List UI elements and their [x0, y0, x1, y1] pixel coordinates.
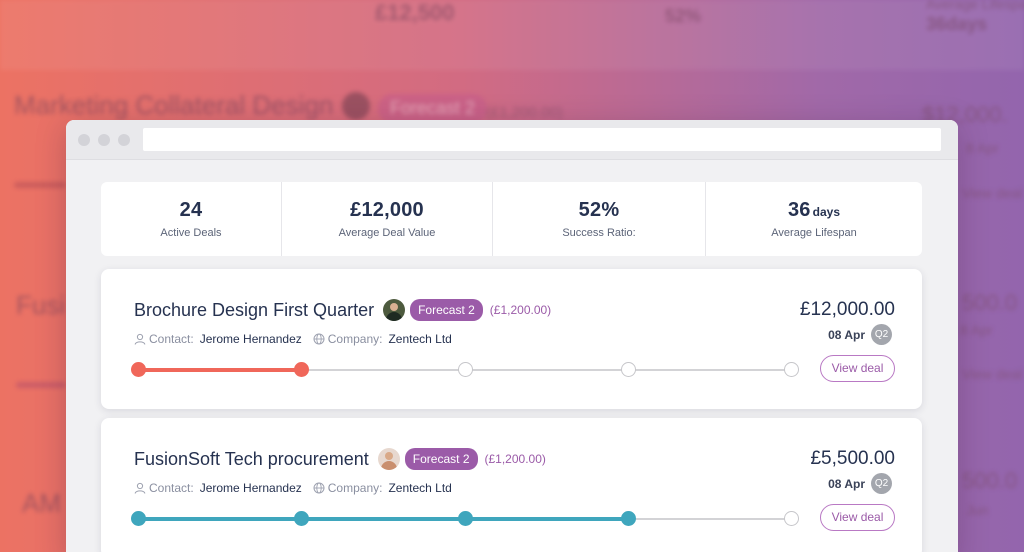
stage-node-completed[interactable]	[620, 511, 636, 526]
quarter-badge: Q2	[871, 473, 892, 494]
stage-node-completed[interactable]	[131, 362, 146, 377]
stat-unit: days	[812, 205, 840, 219]
contact-name[interactable]: Jerome Hernandez	[200, 481, 302, 495]
ghost-title-2: Fusi	[16, 290, 66, 320]
user-icon	[134, 333, 146, 345]
view-deal-button[interactable]: View deal	[820, 355, 895, 382]
deal-meta-row: Contact: Jerome Hernandez Company: Zente…	[134, 481, 452, 495]
deal-title-row: Brochure Design First Quarter Forecast 2…	[134, 299, 551, 321]
ghost-view-2: View deal	[962, 366, 1023, 382]
ghost-amount-3: 500.0	[962, 468, 1018, 493]
progress-fill	[138, 368, 302, 372]
deal-amount: £5,500.00	[810, 448, 895, 469]
stat-value: 52%	[578, 199, 620, 221]
deal-date-row: 08 Apr Q2	[828, 473, 892, 494]
stage-node-pending[interactable]	[784, 511, 799, 526]
stage-node-pending[interactable]	[620, 362, 636, 377]
stage-node-completed[interactable]	[294, 511, 310, 526]
ghost-success-ratio: 52%	[665, 6, 702, 26]
stage-node-completed[interactable]	[131, 511, 146, 526]
deal-card[interactable]: Brochure Design First Quarter Forecast 2…	[101, 269, 922, 409]
window-close-dot[interactable]	[78, 134, 90, 146]
stat-active-deals: 24 Active Deals	[101, 182, 281, 256]
deal-date-row: 08 Apr Q2	[828, 324, 892, 345]
stat-label: Active Deals	[160, 227, 222, 239]
view-deal-button[interactable]: View deal	[820, 504, 895, 531]
ghost-sub-amount: (£1,200.00)	[486, 104, 563, 121]
stat-label: Average Lifespan	[771, 227, 857, 239]
window-minimize-dot[interactable]	[98, 134, 110, 146]
ghost-date-3: Jun	[966, 502, 989, 518]
forecast-amount: (£1,200.00)	[489, 303, 552, 317]
ghost-lifespan-value: 36days	[926, 14, 988, 34]
quarter-badge: Q2	[871, 324, 892, 345]
browser-titlebar	[66, 120, 958, 160]
browser-window: 24 Active Deals £12,000 Average Deal Val…	[66, 120, 958, 552]
globe-icon	[313, 333, 325, 345]
forecast-badge: Forecast 2	[404, 448, 478, 470]
ghost-progress-2	[16, 382, 66, 388]
progress-fill	[138, 517, 628, 521]
stat-success-ratio: 52% Success Ratio:	[492, 182, 705, 256]
ghost-avatar	[342, 92, 370, 120]
contact-label: Contact:	[149, 481, 194, 495]
deal-date: 08 Apr	[828, 327, 865, 342]
stats-panel: 24 Active Deals £12,000 Average Deal Val…	[101, 182, 922, 256]
stage-node-completed[interactable]	[457, 511, 473, 526]
contact-label: Contact:	[149, 332, 194, 346]
deal-title[interactable]: Brochure Design First Quarter	[134, 300, 374, 321]
ghost-lifespan-label: Average Lifespan	[926, 0, 1024, 12]
deal-amount: £12,000.00	[799, 299, 895, 320]
window-maximize-dot[interactable]	[118, 134, 130, 146]
company-name[interactable]: Zentech Ltd	[388, 481, 451, 495]
stat-label: Success Ratio:	[562, 227, 636, 239]
deal-title-row: FusionSoft Tech procurement Forecast 2 (…	[134, 448, 546, 470]
ghost-date-2: 8 Apr	[960, 322, 993, 338]
company-label: Company:	[327, 481, 383, 495]
stage-node-pending[interactable]	[784, 362, 799, 377]
deal-progress-track	[131, 362, 799, 377]
stage-node-completed[interactable]	[294, 362, 310, 377]
company-label: Company:	[327, 332, 383, 346]
ghost-amount-2: 500.0	[962, 290, 1018, 315]
user-icon	[134, 482, 146, 494]
ghost-badge: Forecast 2	[378, 94, 488, 123]
forecast-amount: (£1,200.00)	[484, 452, 546, 466]
ghost-deal-value: £12,500	[375, 0, 455, 25]
stat-label: Average Deal Value	[338, 227, 436, 239]
deal-title[interactable]: FusionSoft Tech procurement	[134, 449, 369, 470]
stat-value: 24	[179, 199, 203, 221]
stat-value: £12,000	[350, 199, 424, 221]
deal-meta-row: Contact: Jerome Hernandez Company: Zente…	[134, 332, 452, 346]
deal-date: 08 Apr	[828, 476, 865, 491]
ghost-progress-1	[14, 182, 66, 188]
contact-name[interactable]: Jerome Hernandez	[200, 332, 302, 346]
avatar	[377, 448, 400, 470]
stat-value: 36	[787, 199, 811, 221]
ghost-view-1: View deal	[962, 185, 1023, 201]
address-bar[interactable]	[143, 128, 941, 151]
deal-progress-track	[131, 511, 799, 526]
stat-average-lifespan: 36 days Average Lifespan	[705, 182, 922, 256]
ghost-deal-title: Marketing Collateral Design	[14, 90, 334, 120]
deal-card[interactable]: FusionSoft Tech procurement Forecast 2 (…	[101, 418, 922, 552]
stat-average-deal-value: £12,000 Average Deal Value	[281, 182, 492, 256]
ghost-date-1: 8 Apr	[966, 140, 999, 156]
company-name[interactable]: Zentech Ltd	[388, 332, 451, 346]
globe-icon	[313, 482, 325, 494]
avatar	[383, 299, 406, 321]
forecast-badge: Forecast 2	[410, 299, 483, 321]
stage-node-pending[interactable]	[457, 362, 473, 377]
ghost-title-3: AM	[22, 488, 61, 518]
